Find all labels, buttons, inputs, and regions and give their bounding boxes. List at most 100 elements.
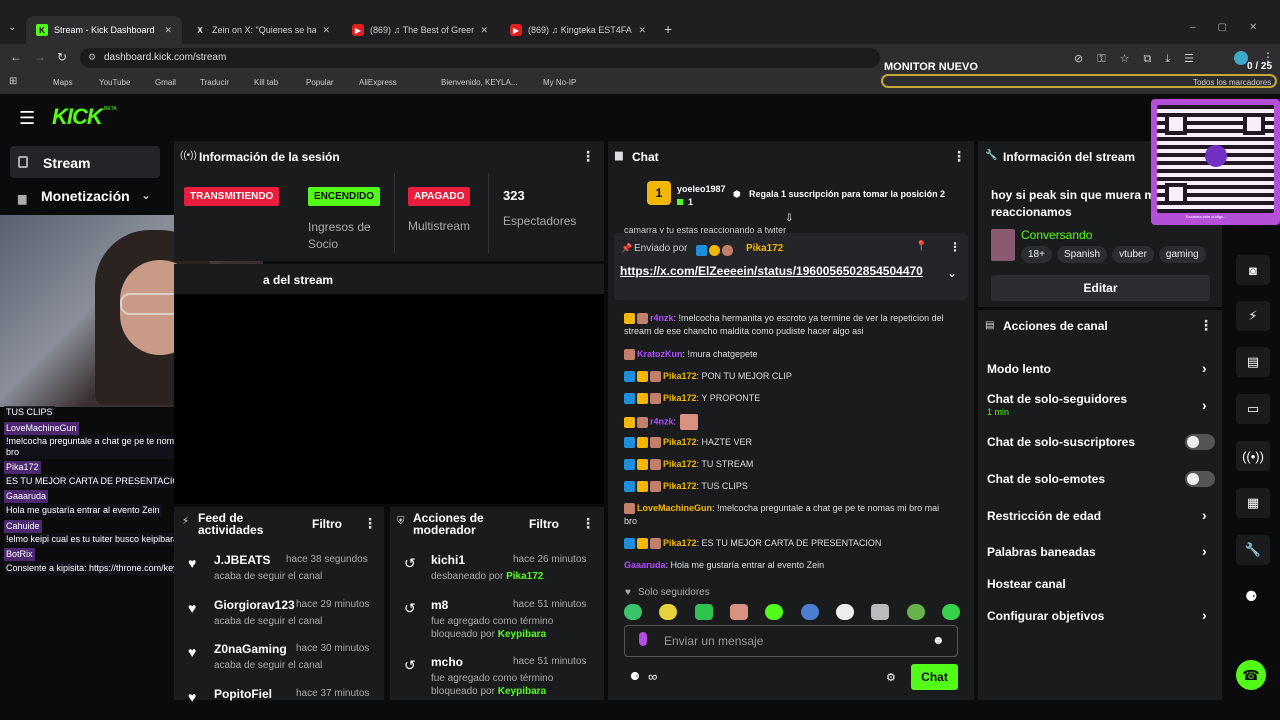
tab-kick-dashboard[interactable]: K Stream - Kick Dashboard ✕ [26,16,182,44]
feed-filter-button[interactable]: Filtro [312,517,342,531]
undo-icon[interactable]: ↺ [404,600,416,617]
close-tab-icon[interactable]: ✕ [474,25,488,36]
mod-item-name[interactable]: m8 [431,598,448,612]
bookmark-noip[interactable]: My No-IP [543,78,576,87]
banned-words[interactable]: Palabras baneadas [987,545,1096,559]
bookmark-youtube[interactable]: YouTube [99,78,130,87]
chevron-right-icon[interactable]: › [1202,360,1207,376]
chevron-right-icon[interactable]: › [1202,397,1207,413]
community-icon[interactable]: ⚈ [630,670,640,683]
support-button[interactable]: ☎ [1236,660,1266,690]
chevron-right-icon[interactable]: › [1202,507,1207,523]
mod-item-name[interactable]: kichi1 [431,553,465,567]
hamburger-menu-icon[interactable]: ☰ [19,108,35,129]
category-thumbnail[interactable] [991,229,1015,261]
lightning-icon[interactable]: ⚡ [1236,301,1270,331]
configure-goals[interactable]: Configurar objetivos [987,609,1104,623]
document-icon[interactable]: ▤ [1236,347,1270,377]
chat-username[interactable]: KratozKun [637,349,683,359]
emote-bar[interactable] [624,604,960,622]
emote-icon[interactable] [906,604,925,620]
age-restriction[interactable]: Restricción de edad [987,509,1101,523]
apps-icon[interactable]: ⊞ [9,76,17,87]
bookmark-popular[interactable]: Popular [306,78,334,87]
emote-icon[interactable] [941,604,960,620]
emote-icon[interactable] [694,604,713,620]
mod-item-actor[interactable]: Pika172 [506,571,543,582]
emote-icon[interactable] [729,604,748,620]
chat-username[interactable]: r4nzk [650,416,674,426]
forward-icon[interactable]: → [34,50,46,64]
layout-icon[interactable]: ▦ [1236,488,1270,518]
bookmark-keyla[interactable]: Bienvenido, KEYLA... [441,78,518,87]
wrench-icon[interactable]: 🔧 [1236,535,1270,565]
pinned-user[interactable]: Pika172 [746,243,783,254]
community-icon[interactable]: ⚈ [1245,588,1258,605]
chat-settings-icon[interactable]: ⚙ [886,671,896,684]
chat-icon[interactable]: ▭ [1236,394,1270,424]
url-bar[interactable]: ⚙ dashboard.kick.com/stream [80,48,880,68]
tab-youtube-2[interactable]: ▶ (869) ♫ Kingteka EST4FADO o ✕ [500,16,656,44]
chat-username[interactable]: Pika172 [663,459,697,469]
tab-youtube-1[interactable]: ▶ (869) ♫ The Best of Green Day ✕ [342,16,498,44]
emote-icon[interactable] [765,604,784,620]
mod-menu-icon[interactable]: ⋮ [581,515,595,532]
feed-item-name[interactable]: Giorgiorav123 [214,598,295,612]
screen-capture-icon[interactable]: ◙ [1236,255,1270,285]
window-controls[interactable]: –▢✕ [1190,22,1279,33]
undo-icon[interactable]: ↺ [404,555,416,572]
infinity-icon[interactable]: ∞ [648,669,657,684]
mic-icon[interactable] [639,632,647,646]
emote-icon[interactable] [659,604,678,620]
site-info-icon[interactable]: ⚙ [88,52,96,63]
channel-actions-menu-icon[interactable]: ⋮ [1199,317,1213,334]
bookmark-traducir[interactable]: Traducir [200,78,229,87]
emoji-picker-icon[interactable]: ☻ [932,633,945,647]
chat-username[interactable]: Pika172 [663,371,697,381]
chat-username[interactable]: Pika172 [663,437,697,447]
tag-chip[interactable]: gaming [1158,246,1206,263]
chevron-right-icon[interactable]: › [1202,543,1207,559]
pinned-menu-icon[interactable]: ⋮ [949,240,961,254]
new-tab-icon[interactable]: + [664,21,672,37]
tag-chip[interactable]: 18+ [1021,246,1052,263]
chat-username[interactable]: Pika172 [663,538,697,548]
emotes-only-toggle[interactable] [1185,471,1215,487]
close-tab-icon[interactable]: ✕ [632,25,646,36]
pinned-link[interactable]: https://x.com/ElZeeeein/status/196005650… [620,263,936,279]
scroll-down-icon[interactable]: ⇩ [785,213,793,224]
bookmark-gmail[interactable]: Gmail [155,78,176,87]
emote-icon[interactable] [835,604,854,620]
undo-icon[interactable]: ↺ [404,657,416,674]
bookmark-kill-tab[interactable]: Kill tab [254,78,278,87]
tab-x[interactable]: X Zein on X: "Quienes se hayan e... ✕ [184,16,340,44]
chat-username[interactable]: Pika172 [663,481,697,491]
tag-chip[interactable]: vtuber [1112,246,1154,263]
feed-item-name[interactable]: J.JBEATS [214,553,270,567]
subscribers-only-toggle[interactable] [1185,434,1215,450]
mod-item-name[interactable]: mcho [431,655,463,669]
chat-username[interactable]: Pika172 [663,393,697,403]
emote-icon[interactable] [800,604,819,620]
session-menu-icon[interactable]: ⋮ [581,148,595,165]
feed-item-name[interactable]: Z0naGaming [214,642,287,656]
kick-logo[interactable]: KICK [52,104,103,130]
broadcast-icon[interactable]: ((•)) [1236,441,1270,471]
chevron-right-icon[interactable]: › [1202,607,1207,623]
profile-avatar[interactable] [1234,51,1248,65]
followers-only-chat[interactable]: Chat de solo-seguidores [987,392,1127,406]
close-tab-icon[interactable]: ✕ [158,25,172,36]
subscribers-only-chat[interactable]: Chat de solo-suscriptores [987,435,1135,449]
tag-chip[interactable]: Spanish [1056,246,1108,263]
back-icon[interactable]: ← [10,50,22,64]
chat-menu-icon[interactable]: ⋮ [952,148,966,165]
emote-icon[interactable] [624,604,642,620]
tab-search-icon[interactable]: ⌄ [8,22,16,33]
chat-username[interactable]: Gaaaruda [624,560,666,570]
reload-icon[interactable]: ↻ [57,50,67,64]
mod-filter-button[interactable]: Filtro [529,517,559,531]
mod-item-actor[interactable]: Keypibara [498,686,546,697]
feed-menu-icon[interactable]: ⋮ [363,515,377,532]
emote-icon[interactable] [871,604,890,620]
chevron-down-icon[interactable]: ⌄ [947,266,957,280]
